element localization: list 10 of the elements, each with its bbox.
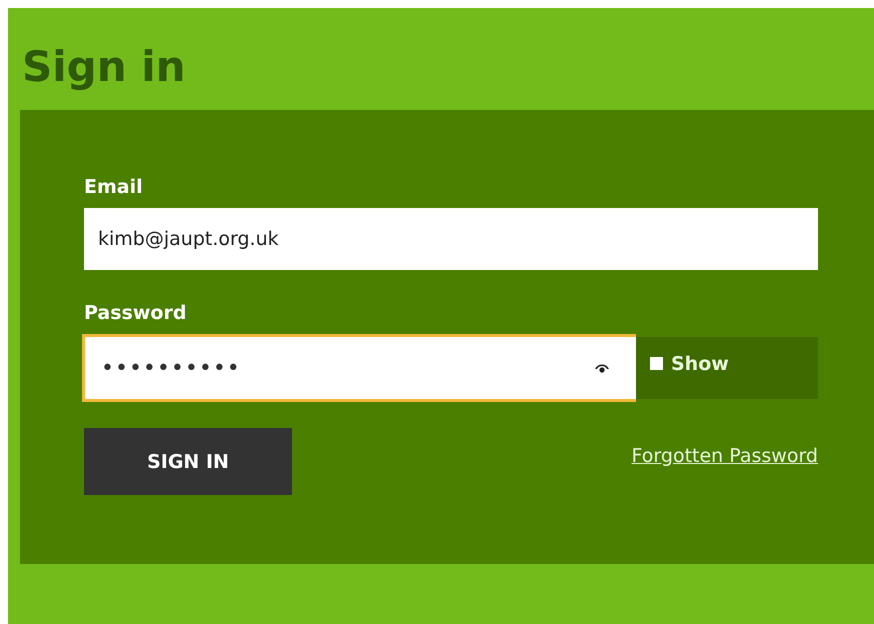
email-field[interactable]: kimb@jaupt.org.uk xyxy=(84,208,818,270)
password-label: Password xyxy=(84,302,188,324)
eye-icon[interactable] xyxy=(594,363,610,374)
forgotten-password-link[interactable]: Forgotten Password xyxy=(632,444,818,467)
show-checkbox[interactable] xyxy=(650,357,663,370)
sign-in-button[interactable]: SIGN IN xyxy=(84,428,292,496)
password-field[interactable]: •••••••••• xyxy=(82,334,636,402)
show-label: Show xyxy=(671,353,729,376)
page-title: Sign in xyxy=(22,44,187,90)
email-label: Email xyxy=(84,176,144,198)
